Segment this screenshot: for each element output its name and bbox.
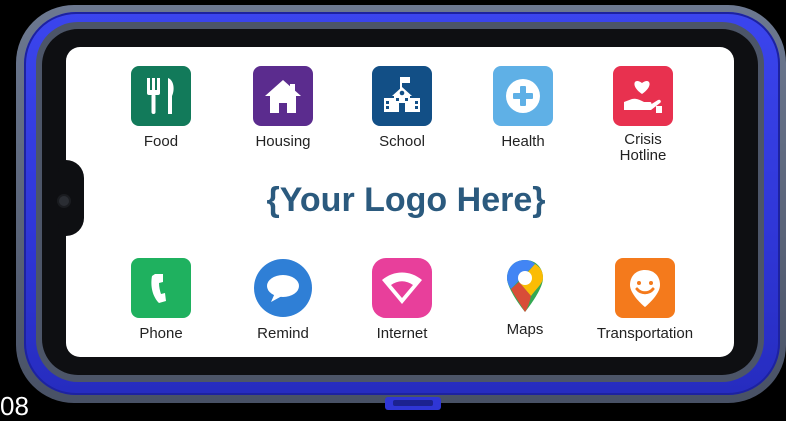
- app-school[interactable]: School: [342, 66, 462, 150]
- app-phone[interactable]: Phone: [101, 258, 221, 342]
- app-remind[interactable]: Remind: [223, 258, 343, 342]
- app-label: Crisis Hotline: [619, 131, 667, 164]
- app-label: Housing: [255, 133, 311, 150]
- fork-knife-icon: [131, 66, 191, 126]
- app-label: Phone: [139, 325, 183, 342]
- app-crisis-hotline[interactable]: Crisis Hotline: [583, 66, 703, 164]
- app-housing[interactable]: Housing: [223, 66, 343, 150]
- app-label: School: [379, 133, 425, 150]
- app-transportation[interactable]: Transportation: [585, 258, 705, 342]
- heart-in-hand-icon: [613, 66, 673, 126]
- school-building-icon: [372, 66, 432, 126]
- wifi-icon: [372, 258, 432, 318]
- app-label: Health: [501, 133, 545, 150]
- smiley-pin-icon: [615, 258, 675, 318]
- app-food[interactable]: Food: [101, 66, 221, 150]
- house-icon: [253, 66, 313, 126]
- camera-icon: [59, 196, 69, 206]
- app-label: Maps: [506, 321, 544, 338]
- app-health[interactable]: Health: [463, 66, 583, 150]
- app-label: Internet: [376, 325, 428, 342]
- speech-bubble-icon: [253, 258, 313, 318]
- case-bottom-slot: [393, 400, 433, 406]
- app-internet[interactable]: Internet: [342, 258, 462, 342]
- map-pin-icon: [495, 256, 555, 316]
- phone-icon: [131, 258, 191, 318]
- medical-cross-icon: [493, 66, 553, 126]
- logo-placeholder: {Your Logo Here}: [266, 181, 546, 219]
- app-maps[interactable]: Maps: [465, 256, 585, 338]
- screen-notch: [66, 160, 84, 236]
- app-label: Food: [143, 133, 179, 150]
- app-label: Transportation: [596, 325, 694, 342]
- app-label: Remind: [257, 325, 309, 342]
- corner-label: 08: [0, 391, 29, 421]
